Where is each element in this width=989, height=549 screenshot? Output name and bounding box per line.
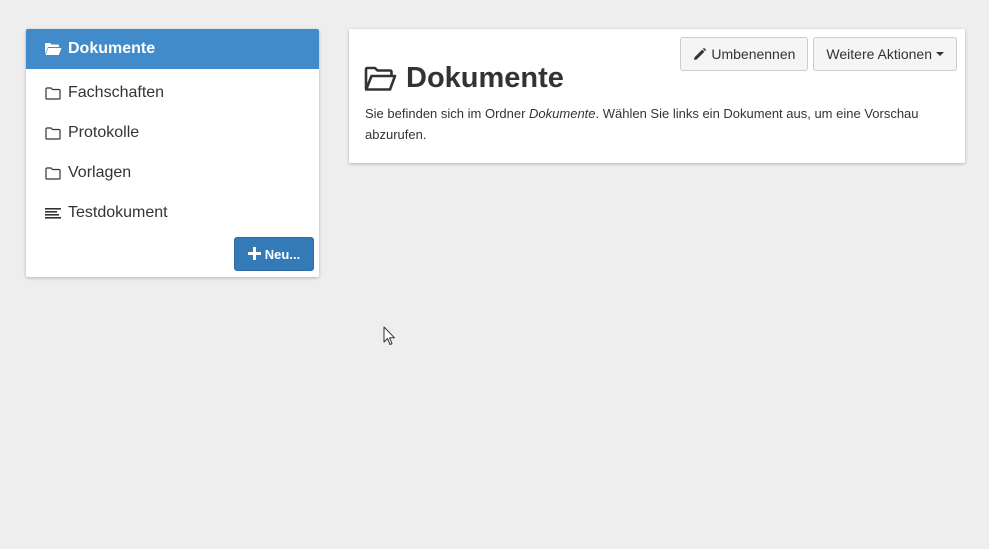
main-panel: Umbenennen Weitere Aktionen Dokumente Si… — [349, 29, 965, 163]
sidebar-item-label: Fachschaften — [68, 84, 165, 101]
folder-icon — [45, 86, 62, 100]
document-lines-icon — [45, 206, 62, 220]
new-button-label: Neu... — [264, 246, 301, 262]
new-button[interactable]: Neu... — [234, 237, 314, 271]
sidebar-item-vorlagen[interactable]: Vorlagen — [26, 153, 319, 193]
sidebar-item-fachschaften[interactable]: Fachschaften — [26, 73, 319, 113]
rename-button[interactable]: Umbenennen — [680, 37, 809, 71]
folder-open-icon — [44, 42, 68, 56]
mouse-cursor-icon — [383, 326, 396, 351]
plus-icon — [247, 245, 261, 263]
sidebar-item-testdokument[interactable]: Testdokument — [26, 193, 319, 233]
folder-open-icon — [364, 66, 406, 92]
sidebar-item-label: Protokolle — [68, 124, 140, 141]
sidebar-header[interactable]: Dokumente — [26, 29, 319, 69]
sidebar-panel: Dokumente Fachschaften Protokolle Vorlag… — [26, 29, 319, 277]
sidebar-item-protokolle[interactable]: Protokolle — [26, 113, 319, 153]
pencil-icon — [693, 47, 707, 61]
caret-down-icon — [936, 52, 944, 56]
more-actions-label: Weitere Aktionen — [826, 46, 932, 62]
folder-description: Sie befinden sich im Ordner Dokumente. W… — [365, 103, 925, 145]
folder-icon — [45, 126, 62, 140]
more-actions-dropdown[interactable]: Weitere Aktionen — [813, 37, 957, 71]
description-text: Sie befinden sich im Ordner — [365, 106, 530, 121]
folder-icon — [45, 166, 62, 180]
sidebar-header-title: Dokumente — [68, 40, 156, 57]
page-title: Dokumente — [364, 62, 564, 95]
description-folder-name: Dokumente — [529, 106, 596, 121]
sidebar-item-label: Vorlagen — [68, 164, 132, 181]
page-title-text: Dokumente — [406, 62, 564, 94]
sidebar-list: Fachschaften Protokolle Vorlagen Testdok… — [26, 69, 319, 233]
sidebar-item-label: Testdokument — [68, 204, 168, 221]
rename-button-label: Umbenennen — [711, 46, 796, 62]
toolbar: Umbenennen Weitere Aktionen — [680, 37, 957, 71]
